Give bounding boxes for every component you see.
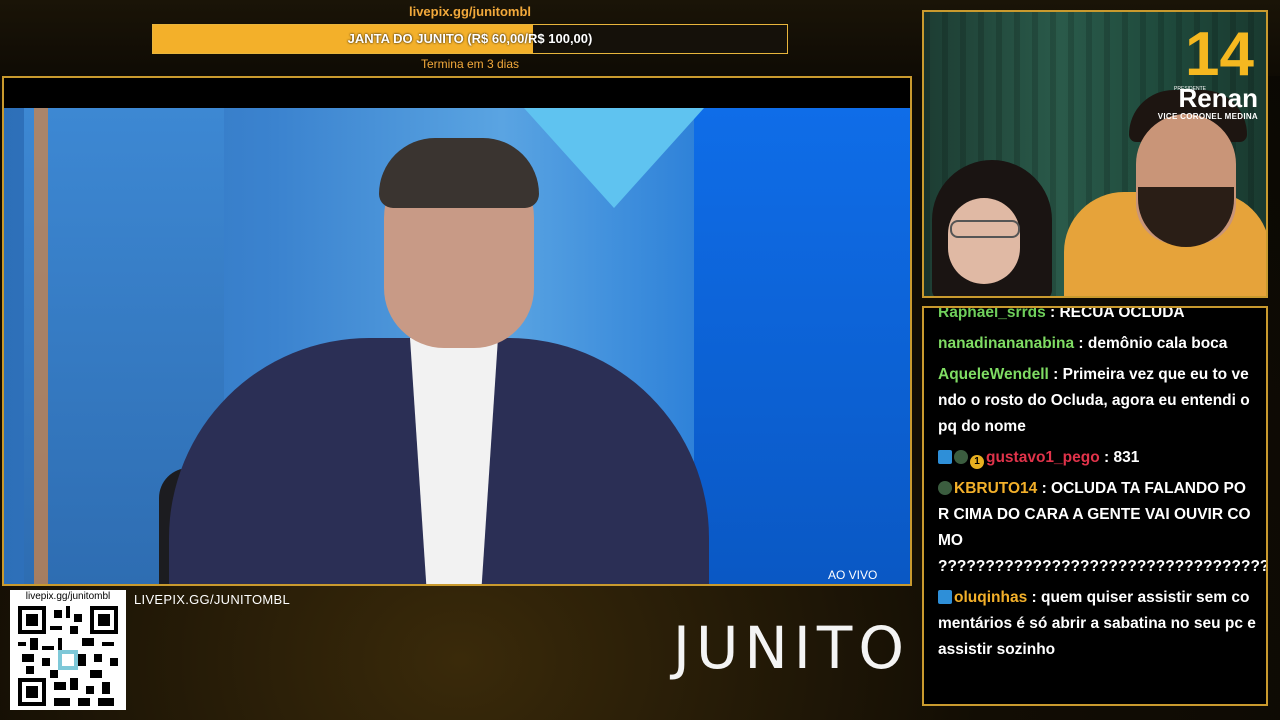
qr-label: livepix.gg/junitombl: [25, 591, 111, 602]
chat-username[interactable]: Raphael_srrds: [938, 308, 1046, 321]
chat-username[interactable]: KBRUTO14: [954, 480, 1037, 497]
chat-message: KBRUTO14 : OCLUDA TA FALANDO POR CIMA DO…: [938, 476, 1266, 580]
chat-username[interactable]: AqueleWendell: [938, 366, 1049, 383]
chat-text: demônio cala boca: [1087, 335, 1228, 352]
goal-url: livepix.gg/junitombl: [408, 4, 532, 19]
campaign-vice: VICE CORONEL MEDINA: [1157, 112, 1258, 121]
chat-username[interactable]: gustavo1_pego: [986, 449, 1100, 466]
sub-icon: [954, 450, 968, 464]
chat-message: nanadinananabina : demônio cala boca: [938, 331, 1256, 357]
chat-separator: :: [1037, 480, 1052, 497]
chat-message: 1 gustavo1_pego : 831: [938, 445, 1256, 471]
studio-screen: [694, 108, 910, 584]
chat-username[interactable]: nanadinananabina: [938, 335, 1074, 352]
chat-message: oluqinhas : quem quiser assistir sem com…: [938, 585, 1256, 663]
chat-panel[interactable]: Raphael_srrds : RECUA OCLUDA nanadinanana…: [922, 306, 1268, 706]
webcam-feed: 14 PRESIDENTE Renan VICE CORONEL MEDINA: [922, 10, 1268, 298]
livepix-caption: LIVEPIX.GG/JUNITOMBL: [134, 592, 291, 607]
prime-icon: [938, 450, 952, 464]
campaign-number: 14: [1185, 20, 1254, 89]
campaign-name: Renan: [1178, 83, 1258, 113]
chat-message: Raphael_srrds : RECUA OCLUDA: [938, 306, 1256, 326]
qr-code-box: livepix.gg/junitombl: [10, 590, 126, 710]
chat-message: AqueleWendell : Primeira vez que eu to v…: [938, 362, 1256, 440]
chat-separator: :: [1074, 335, 1088, 352]
video-letterbox: [4, 78, 910, 108]
video-scene: AO VIVO: [4, 108, 910, 584]
chat-separator: :: [1027, 589, 1041, 606]
junito-logo: JUNITO: [672, 614, 910, 682]
cohost-glasses-icon: [950, 220, 1020, 238]
video-player[interactable]: AO VIVO: [2, 76, 912, 586]
chat-separator: :: [1099, 449, 1114, 466]
goal-ends: Termina em 3 dias: [420, 57, 520, 71]
qr-code-icon: [18, 606, 118, 706]
chat-text: 831: [1113, 449, 1140, 466]
chat-separator: :: [1048, 366, 1063, 383]
goal-label: JANTA DO JUNITO (R$ 60,00/R$ 100,00): [347, 31, 593, 46]
interviewee-hair: [379, 138, 539, 208]
studio-light: [34, 108, 48, 584]
chat-text: RECUA OCLUDA: [1059, 306, 1185, 321]
live-label: AO VIVO: [828, 568, 878, 582]
sub-icon: [938, 481, 952, 495]
bits-icon: 1: [970, 455, 984, 469]
studio-shape: [524, 108, 704, 208]
chat-username[interactable]: oluqinhas: [954, 589, 1027, 606]
chat-messages: Raphael_srrds : RECUA OCLUDA nanadinanana…: [924, 306, 1266, 668]
prime-icon: [938, 590, 952, 604]
goal-progress-bar: JANTA DO JUNITO (R$ 60,00/R$ 100,00): [152, 24, 788, 54]
cohost-face: [948, 198, 1020, 284]
chat-separator: :: [1045, 306, 1060, 321]
